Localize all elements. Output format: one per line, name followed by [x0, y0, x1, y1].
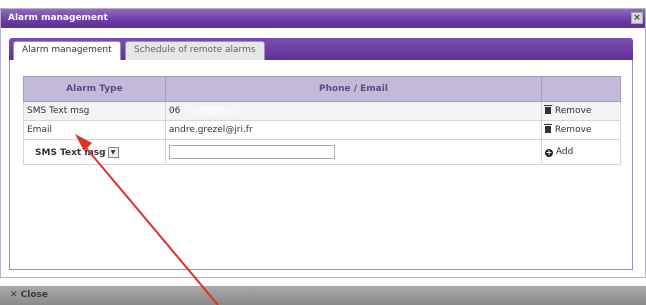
add-alarm-row: SMS Text msg ▼ + Add [23, 139, 622, 165]
footer-close-button[interactable]: ✕ Close [10, 290, 48, 300]
column-header-alarm-type: Alarm Type [23, 76, 166, 102]
table-header-row: Alarm Type Phone / Email [23, 76, 622, 102]
contact-cell: 06 [164, 101, 542, 121]
remove-label: Remove [554, 125, 592, 135]
phone-email-input[interactable] [168, 145, 335, 159]
add-label: Add [555, 147, 574, 157]
dialog-titlebar[interactable]: Alarm management × [1, 9, 645, 28]
top-strip [0, 0, 646, 8]
redacted-number [180, 106, 261, 115]
tab-alarm-management[interactable]: Alarm management [13, 41, 121, 60]
alarms-table: Alarm Type Phone / Email SMS Text msg 06… [23, 76, 622, 165]
close-icon[interactable]: × [631, 12, 643, 24]
alarm-type-cell: SMS Text msg [23, 101, 166, 121]
tab-panel: Alarm Type Phone / Email SMS Text msg 06… [9, 60, 633, 270]
action-cell: Remove [540, 120, 622, 140]
action-cell: Remove [540, 101, 622, 121]
tab-schedule-remote-alarms[interactable]: Schedule of remote alarms [125, 41, 265, 60]
add-cell: + Add [540, 139, 622, 165]
trash-icon [543, 124, 552, 133]
contact-cell: andre.grezel@jri.fr [164, 120, 542, 140]
dialog-title: Alarm management [8, 13, 108, 23]
alarm-type-select-cell: SMS Text msg ▼ [23, 139, 166, 165]
remove-button[interactable]: Remove [543, 105, 592, 116]
alarm-type-cell: Email [23, 120, 166, 140]
dropdown-arrow-icon[interactable]: ▼ [107, 146, 119, 158]
alarm-management-dialog: Alarm management × Alarm management Sche… [0, 8, 646, 278]
tab-bar: Alarm management Schedule of remote alar… [9, 38, 633, 60]
column-header-actions [540, 76, 622, 102]
alarm-type-select[interactable]: SMS Text msg ▼ [35, 146, 119, 158]
alarm-type-selected: SMS Text msg [35, 147, 106, 158]
trash-icon [543, 105, 552, 114]
table-row: Email andre.grezel@jri.fr Remove [23, 120, 622, 140]
dialog-footer: ✕ Close [0, 286, 646, 305]
add-button[interactable]: + Add [544, 147, 574, 157]
plus-circle-icon: + [544, 148, 553, 157]
contact-input-cell [164, 139, 542, 165]
contact-value: 06 [168, 106, 181, 116]
remove-button[interactable]: Remove [543, 124, 592, 135]
remove-label: Remove [554, 106, 592, 116]
table-row: SMS Text msg 06 Remove [23, 101, 622, 121]
column-header-phone-email: Phone / Email [164, 76, 542, 102]
